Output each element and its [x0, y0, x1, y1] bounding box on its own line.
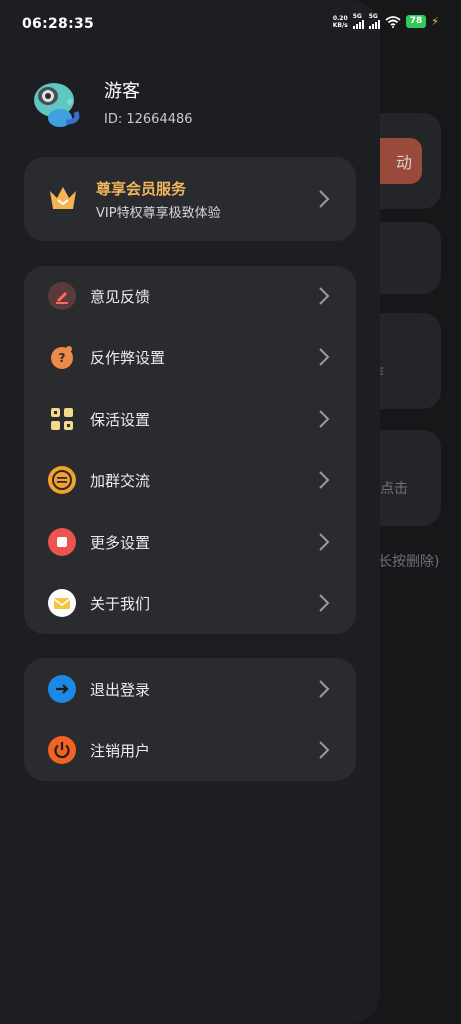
account-card: 退出登录 注销用户: [24, 658, 356, 781]
battery-indicator: 78: [405, 15, 427, 28]
menu-item-label: 关于我们: [90, 594, 151, 613]
menu-item-logout[interactable]: 退出登录: [24, 659, 356, 719]
side-drawer: 游客 ID: 12664486 尊享会员服务 VIP特权尊享极致体验 意见反馈 …: [0, 0, 380, 1024]
status-icons: 0.20 KB/s 5G 5G 78 ⚡: [333, 14, 439, 29]
bg-start-button-label: 动: [395, 153, 412, 172]
status-time: 06:28:35: [22, 16, 95, 32]
more-settings-icon: [48, 528, 76, 556]
status-bar: 06:28:35 0.20 KB/s 5G 5G 78 ⚡: [0, 0, 461, 46]
chevron-right-icon: [319, 533, 330, 551]
signal-sim1-icon: 5G: [352, 14, 364, 29]
signal-sim2-icon: 5G: [368, 14, 380, 29]
menu-item-keep-alive[interactable]: 保活设置: [24, 389, 356, 449]
menu-item-label: 注销用户: [90, 741, 151, 760]
chevron-right-icon: [319, 594, 330, 612]
vip-subtitle: VIP特权尊享极致体验: [96, 206, 221, 221]
chevron-right-icon: [319, 410, 330, 428]
bg-text-3: 长按删除): [378, 554, 440, 570]
chevron-right-icon: [319, 741, 330, 759]
menu-item-label: 退出登录: [90, 680, 151, 699]
menu-item-label: 意见反馈: [90, 287, 151, 306]
net-speed-unit: KB/s: [332, 21, 348, 29]
net-speed: 0.20 KB/s: [333, 15, 348, 29]
menu-item-label: 更多设置: [90, 533, 151, 552]
menu-item-label: 加群交流: [90, 471, 151, 490]
bg-text-2: 点击: [380, 481, 408, 497]
group-chat-icon: [48, 466, 76, 494]
menu-item-more-settings[interactable]: 更多设置: [24, 512, 356, 572]
feedback-icon: [48, 282, 76, 310]
vip-title: 尊享会员服务: [96, 180, 187, 198]
vip-service-card[interactable]: 尊享会员服务 VIP特权尊享极致体验: [24, 157, 356, 241]
chevron-right-icon: [319, 471, 330, 489]
anti-cheat-icon: ?: [51, 346, 73, 369]
wifi-icon: [385, 15, 401, 28]
profile-id: ID: 12664486: [104, 112, 193, 127]
crown-icon: [50, 187, 76, 209]
menu-item-label: 反作弊设置: [90, 348, 166, 367]
profile-name[interactable]: 游客: [104, 77, 140, 103]
keep-alive-icon: [51, 408, 73, 430]
avatar-chameleon-icon[interactable]: [26, 76, 82, 136]
charging-icon: ⚡: [431, 15, 439, 28]
net-speed-value: 0.20: [332, 14, 348, 22]
menu-item-feedback[interactable]: 意见反馈: [24, 266, 356, 326]
chevron-right-icon: [319, 680, 330, 698]
chevron-right-icon: [319, 287, 330, 305]
chevron-right-icon: [319, 348, 330, 366]
menu-item-delete-account[interactable]: 注销用户: [24, 720, 356, 780]
about-mail-icon: [48, 589, 76, 617]
power-icon: [48, 736, 76, 764]
logout-icon: [48, 675, 76, 703]
chevron-right-icon: [319, 190, 330, 208]
svg-text:?: ?: [59, 351, 66, 365]
menu-item-group-chat[interactable]: 加群交流: [24, 450, 356, 510]
menu-item-anti-cheat[interactable]: ? 反作弊设置: [24, 327, 356, 387]
menu-item-label: 保活设置: [90, 410, 151, 429]
menu-item-about-us[interactable]: 关于我们: [24, 573, 356, 633]
menu-card: 意见反馈 ? 反作弊设置 保活设置 加群交流 更多设置 关于我们: [24, 266, 356, 634]
